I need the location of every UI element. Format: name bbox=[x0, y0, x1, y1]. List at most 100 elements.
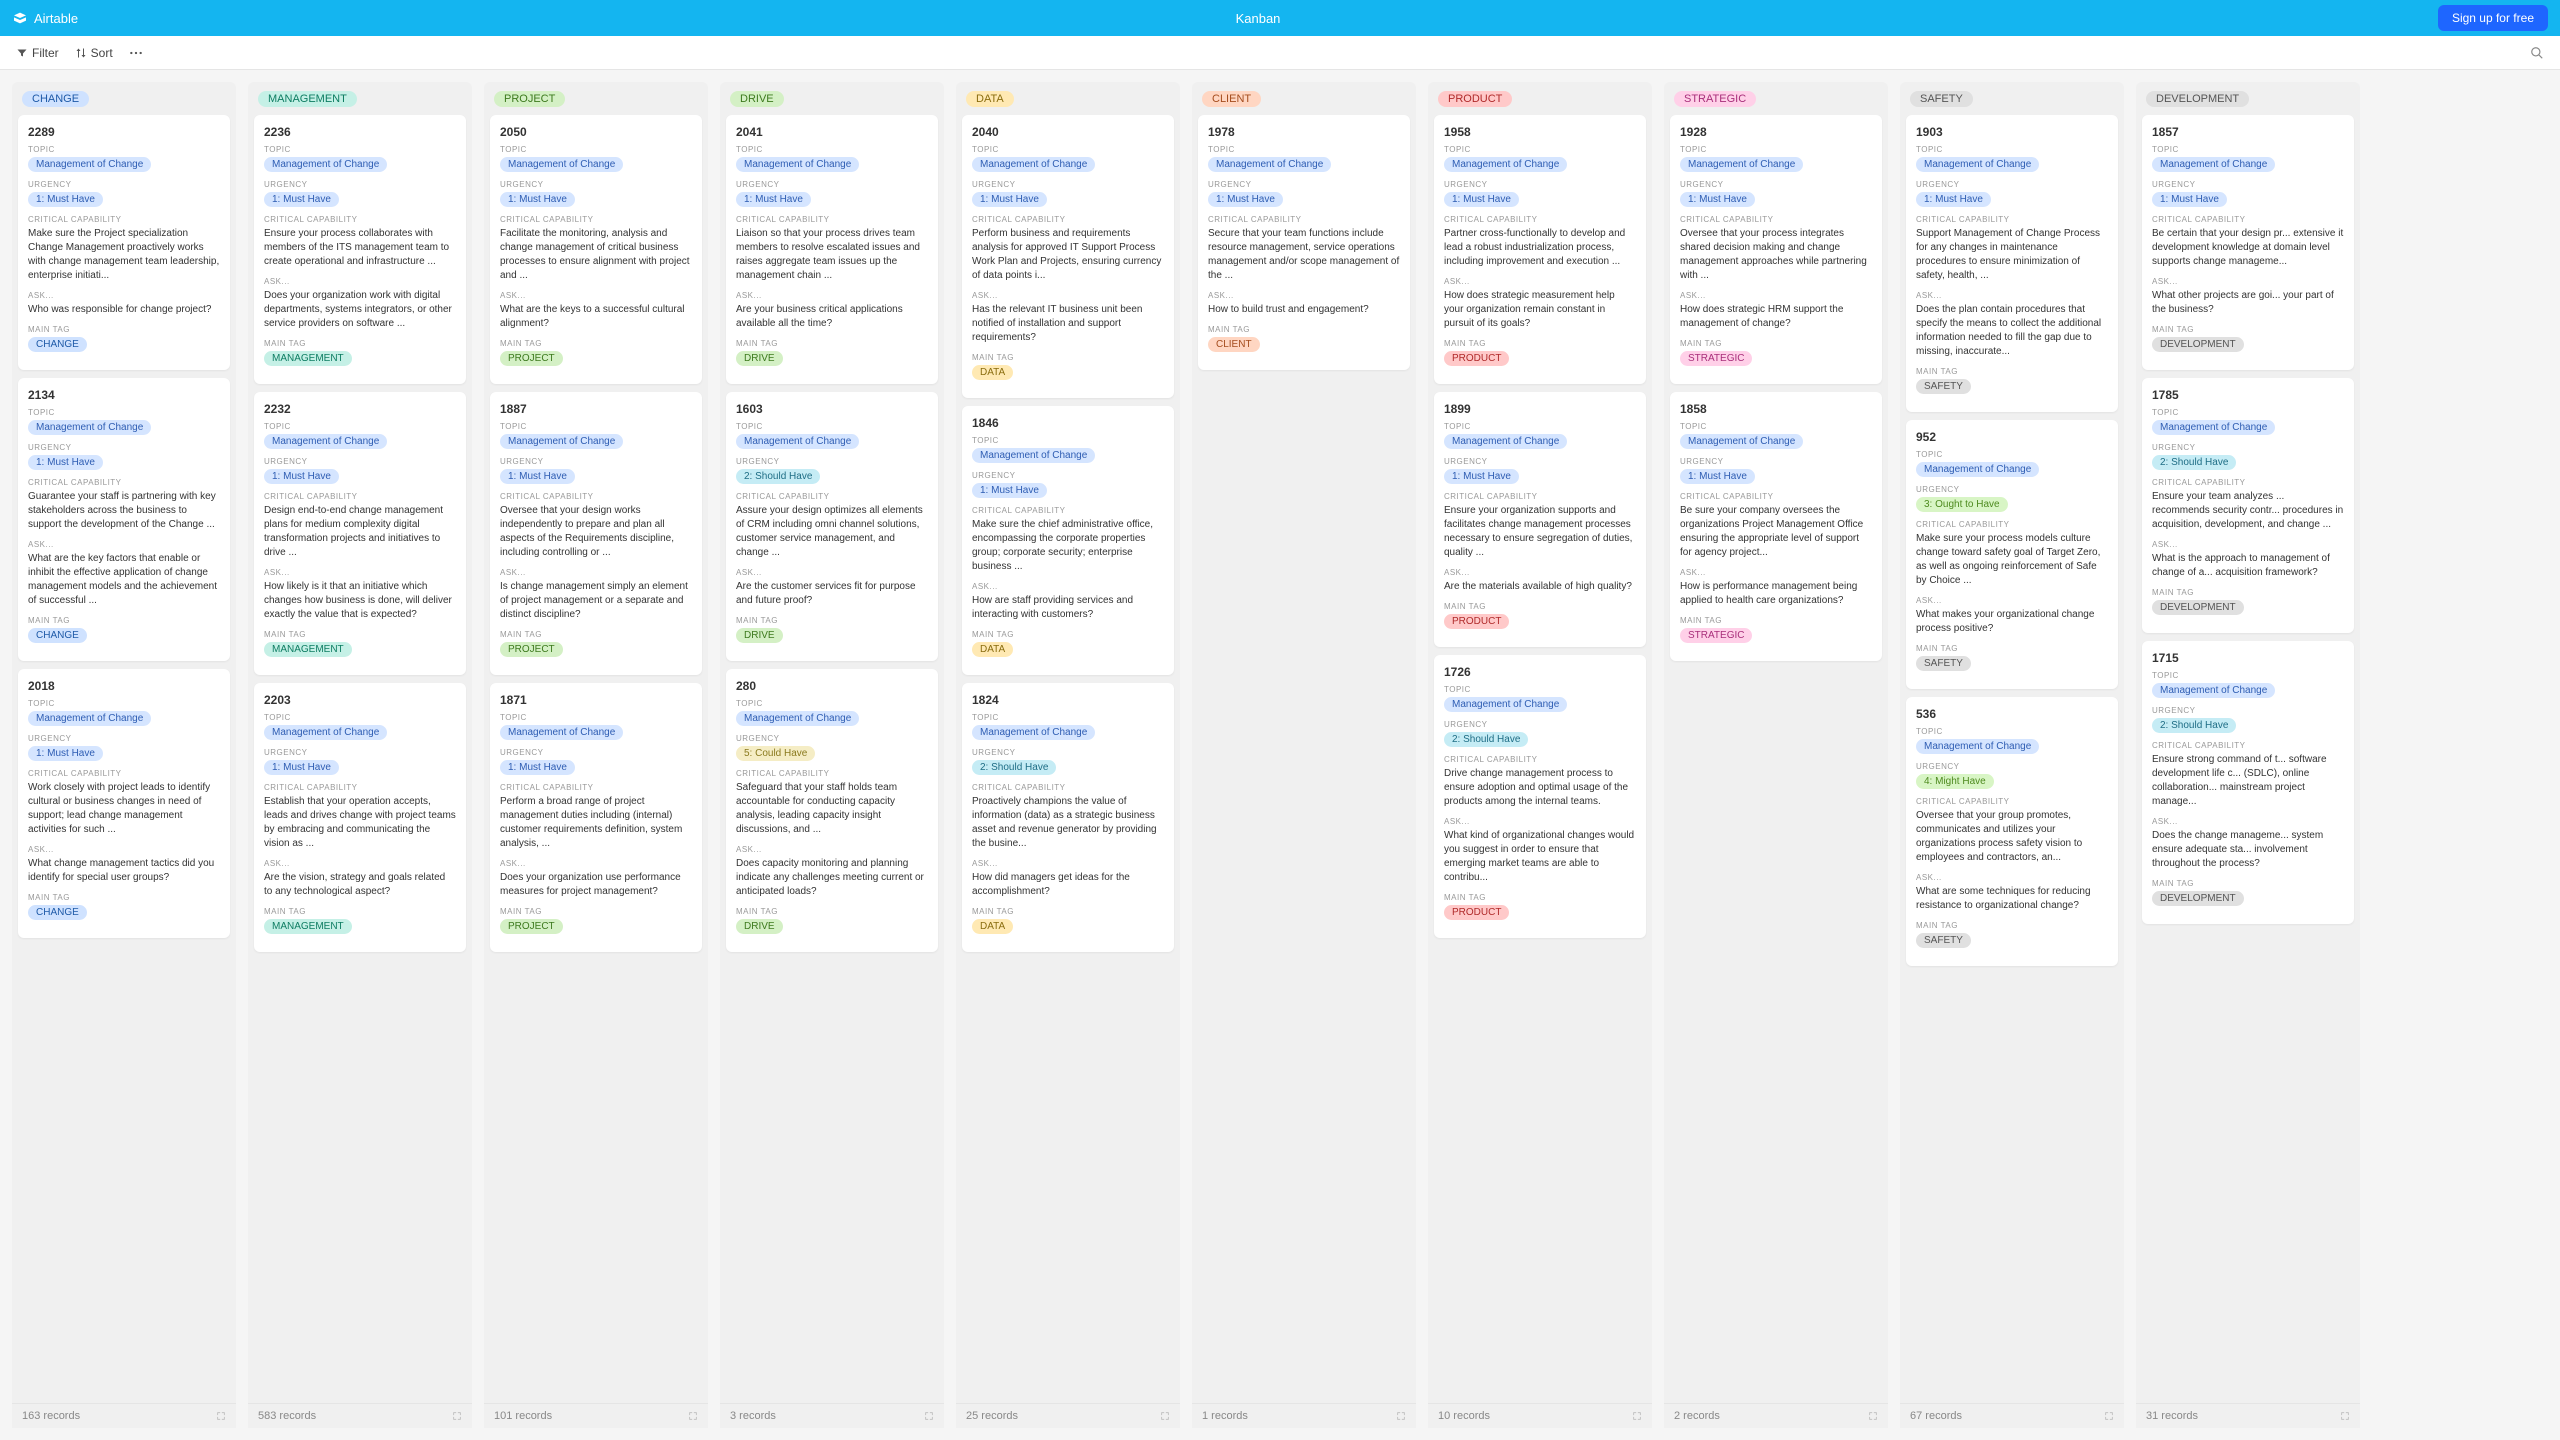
topic-pill: Management of Change bbox=[1916, 739, 2039, 754]
kanban-card[interactable]: 1858TOPICManagement of ChangeURGENCY1: M… bbox=[1670, 392, 1882, 661]
card-id: 2203 bbox=[264, 693, 456, 707]
field-label-urgency: URGENCY bbox=[1208, 180, 1400, 189]
critical-text: Ensure your organization supports and fa… bbox=[1444, 504, 1636, 560]
kanban-card[interactable]: 1871TOPICManagement of ChangeURGENCY1: M… bbox=[490, 683, 702, 952]
kanban-card[interactable]: 1887TOPICManagement of ChangeURGENCY1: M… bbox=[490, 392, 702, 675]
kanban-card[interactable]: 1785TOPICManagement of ChangeURGENCY2: S… bbox=[2142, 378, 2354, 633]
kanban-card[interactable]: 2203TOPICManagement of ChangeURGENCY1: M… bbox=[254, 683, 466, 952]
add-card-button[interactable] bbox=[688, 1411, 698, 1421]
card-id: 2134 bbox=[28, 388, 220, 402]
column-body[interactable]: 1857TOPICManagement of ChangeURGENCY1: M… bbox=[2136, 115, 2360, 1403]
expand-icon bbox=[924, 1411, 934, 1421]
field-label-topic: TOPIC bbox=[500, 713, 692, 722]
column-header[interactable]: SAFETY bbox=[1900, 82, 2124, 115]
field-label-critical: CRITICAL CAPABILITY bbox=[736, 769, 928, 778]
ask-text: Does the plan contain procedures that sp… bbox=[1916, 303, 2108, 359]
ask-text: Are the materials available of high qual… bbox=[1444, 580, 1636, 594]
add-card-button[interactable] bbox=[924, 1411, 934, 1421]
kanban-card[interactable]: 1958TOPICManagement of ChangeURGENCY1: M… bbox=[1434, 115, 1646, 384]
add-card-button[interactable] bbox=[452, 1411, 462, 1421]
kanban-card[interactable]: 1715TOPICManagement of ChangeURGENCY2: S… bbox=[2142, 641, 2354, 924]
column-header[interactable]: DATA bbox=[956, 82, 1180, 115]
field-label-urgency: URGENCY bbox=[1916, 485, 2108, 494]
kanban-card[interactable]: 2134TOPICManagement of ChangeURGENCY1: M… bbox=[18, 378, 230, 661]
column-body[interactable]: 2041TOPICManagement of ChangeURGENCY1: M… bbox=[720, 115, 944, 1403]
search-button[interactable] bbox=[2530, 46, 2544, 60]
add-card-button[interactable] bbox=[1160, 1411, 1170, 1421]
tag-pill: DEVELOPMENT bbox=[2152, 337, 2244, 352]
kanban-card[interactable]: 280TOPICManagement of ChangeURGENCY5: Co… bbox=[726, 669, 938, 952]
kanban-card[interactable]: 2236TOPICManagement of ChangeURGENCY1: M… bbox=[254, 115, 466, 384]
kanban-card[interactable]: 2041TOPICManagement of ChangeURGENCY1: M… bbox=[726, 115, 938, 384]
kanban-card[interactable]: 1726TOPICManagement of ChangeURGENCY2: S… bbox=[1434, 655, 1646, 938]
kanban-card[interactable]: 1603TOPICManagement of ChangeURGENCY2: S… bbox=[726, 392, 938, 661]
kanban-card[interactable]: 1899TOPICManagement of ChangeURGENCY1: M… bbox=[1434, 392, 1646, 647]
topic-pill: Management of Change bbox=[1916, 462, 2039, 477]
kanban-card[interactable]: 1978TOPICManagement of ChangeURGENCY1: M… bbox=[1198, 115, 1410, 370]
ask-text: What kind of organizational changes woul… bbox=[1444, 829, 1636, 885]
kanban-card[interactable]: 2040TOPICManagement of ChangeURGENCY1: M… bbox=[962, 115, 1174, 398]
field-label-maintag: MAIN TAG bbox=[1680, 616, 1872, 625]
column-header[interactable]: DRIVE bbox=[720, 82, 944, 115]
column-body[interactable]: 2040TOPICManagement of ChangeURGENCY1: M… bbox=[956, 115, 1180, 1403]
column-body[interactable]: 2289TOPICManagement of ChangeURGENCY1: M… bbox=[12, 115, 236, 1403]
field-label-critical: CRITICAL CAPABILITY bbox=[500, 492, 692, 501]
column-body[interactable]: 1958TOPICManagement of ChangeURGENCY1: M… bbox=[1428, 115, 1652, 1403]
field-label-ask: ASK... bbox=[28, 845, 220, 854]
column-body[interactable]: 2050TOPICManagement of ChangeURGENCY1: M… bbox=[484, 115, 708, 1403]
add-card-button[interactable] bbox=[1632, 1411, 1642, 1421]
add-card-button[interactable] bbox=[216, 1411, 226, 1421]
field-label-critical: CRITICAL CAPABILITY bbox=[1680, 215, 1872, 224]
topic-pill: Management of Change bbox=[736, 711, 859, 726]
add-card-button[interactable] bbox=[1868, 1411, 1878, 1421]
kanban-card[interactable]: 1928TOPICManagement of ChangeURGENCY1: M… bbox=[1670, 115, 1882, 384]
kanban-card[interactable]: 952TOPICManagement of ChangeURGENCY3: Ou… bbox=[1906, 420, 2118, 689]
field-label-ask: ASK... bbox=[264, 859, 456, 868]
column-header[interactable]: PRODUCT bbox=[1428, 82, 1652, 115]
column-body[interactable]: 2236TOPICManagement of ChangeURGENCY1: M… bbox=[248, 115, 472, 1403]
column-title-pill: CHANGE bbox=[22, 91, 89, 107]
critical-text: Make sure the chief administrative offic… bbox=[972, 518, 1164, 574]
kanban-card[interactable]: 1824TOPICManagement of ChangeURGENCY2: S… bbox=[962, 683, 1174, 952]
field-label-urgency: URGENCY bbox=[736, 457, 928, 466]
column-title-pill: PRODUCT bbox=[1438, 91, 1512, 107]
column-header[interactable]: DEVELOPMENT bbox=[2136, 82, 2360, 115]
column-header[interactable]: STRATEGIC bbox=[1664, 82, 1888, 115]
more-button[interactable] bbox=[129, 51, 143, 55]
signup-button[interactable]: Sign up for free bbox=[2438, 5, 2548, 31]
add-card-button[interactable] bbox=[1396, 1411, 1406, 1421]
kanban-card[interactable]: 1846TOPICManagement of ChangeURGENCY1: M… bbox=[962, 406, 1174, 675]
field-label-maintag: MAIN TAG bbox=[972, 630, 1164, 639]
critical-text: Perform business and requirements analys… bbox=[972, 227, 1164, 283]
column-header[interactable]: MANAGEMENT bbox=[248, 82, 472, 115]
tag-pill: CHANGE bbox=[28, 905, 87, 920]
column-header[interactable]: CLIENT bbox=[1192, 82, 1416, 115]
column-body[interactable]: 1928TOPICManagement of ChangeURGENCY1: M… bbox=[1664, 115, 1888, 1403]
kanban-board[interactable]: CHANGE2289TOPICManagement of ChangeURGEN… bbox=[0, 70, 2560, 1440]
field-label-critical: CRITICAL CAPABILITY bbox=[1916, 520, 2108, 529]
column-body[interactable]: 1978TOPICManagement of ChangeURGENCY1: M… bbox=[1192, 115, 1416, 1403]
add-card-button[interactable] bbox=[2104, 1411, 2114, 1421]
critical-text: Design end-to-end change management plan… bbox=[264, 504, 456, 560]
column-header[interactable]: CHANGE bbox=[12, 82, 236, 115]
kanban-card[interactable]: 1903TOPICManagement of ChangeURGENCY1: M… bbox=[1906, 115, 2118, 412]
field-label-ask: ASK... bbox=[972, 291, 1164, 300]
urgency-pill: 1: Must Have bbox=[1680, 469, 1755, 484]
kanban-card[interactable]: 536TOPICManagement of ChangeURGENCY4: Mi… bbox=[1906, 697, 2118, 966]
filter-button[interactable]: Filter bbox=[16, 46, 59, 60]
kanban-card[interactable]: 2050TOPICManagement of ChangeURGENCY1: M… bbox=[490, 115, 702, 384]
kanban-card[interactable]: 1857TOPICManagement of ChangeURGENCY1: M… bbox=[2142, 115, 2354, 370]
column-footer: 10 records bbox=[1428, 1403, 1652, 1428]
tag-pill: MANAGEMENT bbox=[264, 642, 352, 657]
column-header[interactable]: PROJECT bbox=[484, 82, 708, 115]
add-card-button[interactable] bbox=[2340, 1411, 2350, 1421]
kanban-card[interactable]: 2232TOPICManagement of ChangeURGENCY1: M… bbox=[254, 392, 466, 675]
kanban-card[interactable]: 2018TOPICManagement of ChangeURGENCY1: M… bbox=[18, 669, 230, 938]
kanban-card[interactable]: 2289TOPICManagement of ChangeURGENCY1: M… bbox=[18, 115, 230, 370]
card-id: 2289 bbox=[28, 125, 220, 139]
column-body[interactable]: 1903TOPICManagement of ChangeURGENCY1: M… bbox=[1900, 115, 2124, 1403]
sort-button[interactable]: Sort bbox=[75, 46, 113, 60]
field-label-ask: ASK... bbox=[2152, 817, 2344, 826]
brand[interactable]: Airtable bbox=[12, 10, 78, 26]
expand-icon bbox=[2104, 1411, 2114, 1421]
